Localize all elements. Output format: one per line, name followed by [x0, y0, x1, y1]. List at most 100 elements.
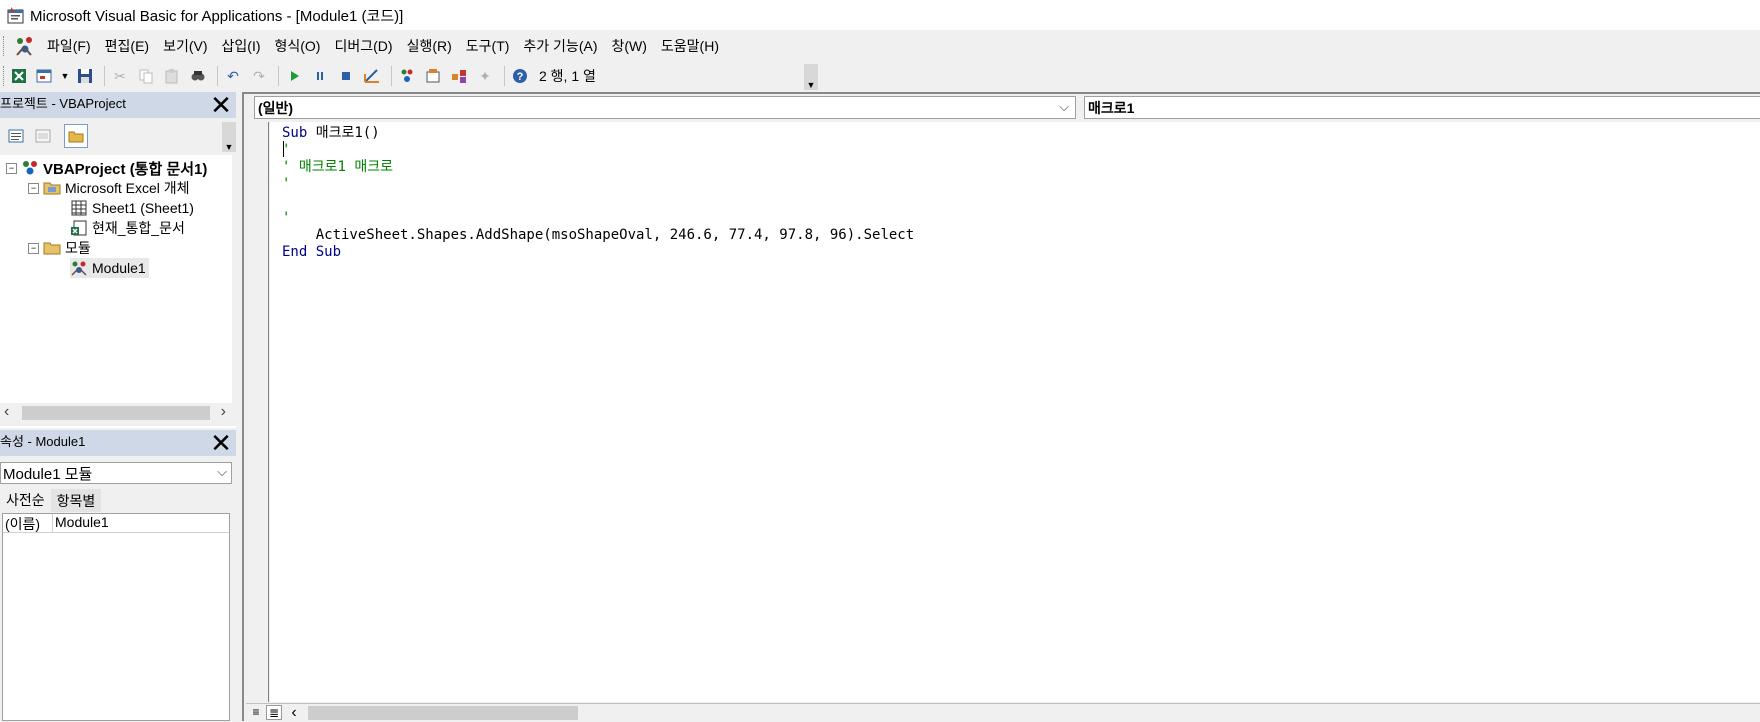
menu-window[interactable]: 창(W) — [606, 36, 655, 56]
collapse-icon[interactable]: − — [6, 162, 17, 174]
toolbar-overflow-button[interactable]: ▼ — [804, 64, 818, 90]
menu-tools[interactable]: 도구(T) — [461, 36, 519, 56]
full-module-view-icon[interactable]: ≣ — [266, 705, 282, 720]
tree-node-excel-objects[interactable]: − Microsoft Excel 개체 — [28, 178, 190, 198]
code-margin[interactable] — [246, 122, 269, 702]
project-explorer-icon[interactable] — [396, 65, 418, 87]
properties-window-icon[interactable] — [422, 65, 444, 87]
object-dropdown[interactable]: (일반) ⌵ — [254, 96, 1076, 119]
code-keyword: Sub — [282, 125, 308, 141]
redo-icon[interactable]: ↷ — [248, 65, 270, 87]
stop-icon[interactable] — [335, 65, 357, 87]
paste-icon[interactable] — [161, 65, 183, 87]
selected-object: Module1 모듈 — [3, 465, 93, 483]
tree-node-thisworkbook[interactable]: 현재_통합_문서 — [70, 218, 185, 238]
menu-view[interactable]: 보기(V) — [158, 36, 216, 56]
workbook-icon — [70, 220, 88, 236]
chevron-left-icon[interactable]: ‹ — [4, 403, 9, 421]
procedure-view-icon[interactable]: ≡ — [248, 705, 264, 720]
toggle-folders-icon[interactable] — [64, 124, 88, 148]
menu-edit[interactable]: 편집(E) — [100, 36, 158, 56]
find-icon[interactable] — [187, 65, 209, 87]
worksheet-icon — [70, 200, 88, 216]
project-tree: − VBAProject (통합 문서1) − Microsoft Excel … — [0, 155, 232, 405]
code-line: ' — [282, 176, 291, 192]
collapse-icon[interactable]: − — [28, 182, 39, 194]
help-icon[interactable]: ? — [509, 65, 531, 87]
chevron-right-icon[interactable]: › — [221, 403, 226, 421]
tree-label: Sheet1 (Sheet1) — [92, 200, 194, 216]
code-line: ' 매크로1 매크로 — [282, 159, 393, 175]
menu-format[interactable]: 형식(O) — [270, 36, 330, 56]
chevron-down-icon[interactable]: ▼ — [222, 122, 236, 152]
tree-node-module1[interactable]: Module1 — [70, 258, 149, 278]
save-icon[interactable] — [74, 65, 96, 87]
tree-label: Microsoft Excel 개체 — [65, 180, 190, 196]
copy-icon[interactable] — [135, 65, 157, 87]
procedure-dropdown[interactable]: 매크로1 — [1084, 96, 1760, 119]
chevron-left-icon[interactable]: ‹ — [286, 705, 302, 721]
toolbar-separator — [278, 66, 279, 86]
tree-node-vbaproject[interactable]: − VBAProject (통합 문서1) — [6, 158, 207, 178]
collapse-icon[interactable]: − — [28, 242, 39, 254]
menu-debug[interactable]: 디버그(D) — [329, 36, 401, 56]
chevron-down-icon[interactable]: ▼ — [60, 65, 70, 87]
menu-help[interactable]: 도움말(H) — [656, 36, 728, 56]
tab-categorized[interactable]: 항목별 — [50, 489, 102, 512]
properties-object-select[interactable]: Module1 모듈 ⌵ — [0, 462, 232, 484]
property-name: (이름) — [3, 514, 53, 532]
property-value[interactable]: Module1 — [53, 514, 109, 532]
standard-toolbar: ▼ ✂ ↶ ↷ ✦ ? 2 행, 1 열 ▼ — [0, 62, 818, 90]
view-code-icon[interactable] — [4, 124, 28, 148]
object-browser-icon[interactable] — [448, 65, 470, 87]
insert-userform-icon[interactable] — [34, 65, 56, 87]
vba-app-icon — [6, 5, 26, 25]
module-icon — [70, 260, 88, 276]
vba-project-icon — [21, 160, 39, 176]
menu-file[interactable]: 파일(F) — [42, 36, 100, 56]
tree-node-modules[interactable]: − 모듈 — [28, 238, 91, 258]
property-row[interactable]: (이름) Module1 — [3, 514, 229, 533]
code-line: Sub 매크로1() — [282, 125, 380, 142]
cut-icon[interactable]: ✂ — [109, 65, 131, 87]
tab-alphabetic[interactable]: 사전순 — [0, 488, 51, 512]
menu-grip[interactable] — [3, 36, 8, 56]
code-hscroll-thumb[interactable] — [308, 706, 578, 720]
design-mode-icon[interactable] — [361, 65, 383, 87]
menu-insert[interactable]: 삽입(I) — [217, 36, 270, 56]
run-icon[interactable] — [283, 65, 305, 87]
folder-icon — [43, 240, 61, 256]
object-dropdown-value: (일반) — [258, 99, 294, 116]
properties-grid: (이름) Module1 — [2, 513, 230, 721]
toolbar-separator — [217, 66, 218, 86]
project-pane-toolbar: ▼ — [0, 120, 236, 154]
properties-tabs: 사전순 항목별 — [0, 488, 236, 512]
menu-run[interactable]: 실행(R) — [402, 36, 461, 56]
code-line: ' — [282, 142, 291, 158]
code-line: End Sub — [282, 244, 341, 261]
code-line: ' — [282, 210, 291, 226]
menu-bar: 파일(F) 편집(E) 보기(V) 삽입(I) 형식(O) 디버그(D) 실행(… — [0, 32, 1760, 60]
properties-pane-title: 속성 - Module1 — [0, 434, 86, 449]
project-tree-scrollbar[interactable]: ‹ › — [0, 403, 232, 423]
code-editor[interactable]: Sub 매크로1() ' ' 매크로1 매크로 ' ' ActiveSheet.… — [270, 122, 1760, 702]
cursor-position-status: 2 행, 1 열 — [539, 68, 596, 84]
view-object-icon[interactable] — [31, 124, 55, 148]
close-icon[interactable]: ✕ — [210, 92, 232, 118]
chevron-down-icon[interactable]: ⌵ — [1059, 99, 1069, 115]
tree-label: Module1 — [92, 260, 146, 276]
menu-addins[interactable]: 추가 기능(A) — [518, 36, 606, 56]
chevron-down-icon[interactable]: ⌵ — [217, 464, 227, 480]
undo-icon[interactable]: ↶ — [222, 65, 244, 87]
pause-icon[interactable] — [309, 65, 331, 87]
project-pane-header: 프로젝트 - VBAProject ✕ — [0, 92, 236, 118]
scrollbar-thumb[interactable] — [22, 406, 210, 420]
code-keyword: End Sub — [282, 244, 342, 260]
tree-node-sheet1[interactable]: Sheet1 (Sheet1) — [70, 198, 194, 218]
toolbox-icon[interactable]: ✦ — [474, 65, 496, 87]
pane-divider[interactable] — [0, 426, 236, 428]
vba-project-icon[interactable] — [14, 35, 36, 57]
close-icon[interactable]: ✕ — [210, 430, 232, 456]
view-excel-icon[interactable] — [8, 65, 30, 87]
tree-label: VBAProject (통합 문서1) — [43, 160, 208, 178]
